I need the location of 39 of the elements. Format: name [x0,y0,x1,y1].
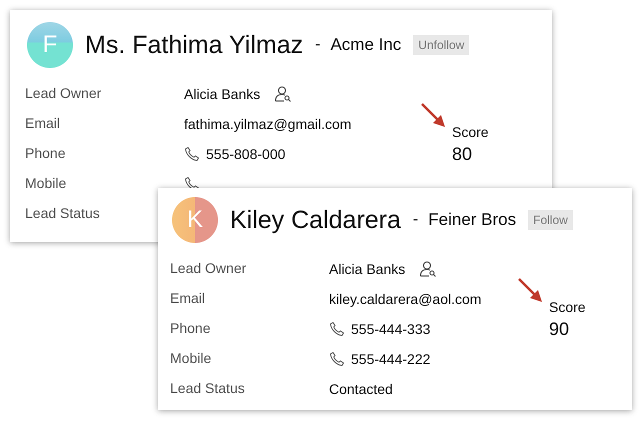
field-value: kiley.caldarera@aol.com [329,290,482,306]
arrow [421,103,445,127]
field-label: Phone [25,145,66,161]
field-value: 555-444-222 [351,350,430,366]
field-label: Email [170,290,206,306]
field-label: Mobile [25,175,68,191]
company-name: Acme Inc [330,35,402,55]
field-label: Mobile [170,350,212,366]
company-name: Feiner Bros [428,210,516,230]
follow-button[interactable]: Unfollow [413,35,470,55]
user-search-icon[interactable] [274,84,292,102]
field-label: Lead Owner [25,85,102,101]
phone-icon[interactable] [184,146,200,162]
score-value: 80 [452,144,474,165]
field-value: Alicia Banks [184,86,260,102]
field-value: 555-444-333 [351,320,430,336]
avatar: K [172,197,218,243]
field-label: Lead Status [170,380,246,396]
contact-name: Ms. Fathima Yilmaz [85,30,304,60]
score-value: 90 [549,319,570,340]
contact-name: Kiley Caldarera [230,206,401,234]
score-label: Score [549,299,586,315]
field-value: Contacted [329,380,393,396]
phone-icon[interactable] [329,350,345,366]
field-value: Alicia Banks [329,260,406,276]
score-label: Score [452,124,489,140]
separator: - [315,36,320,54]
user-search-icon[interactable] [419,260,438,278]
arrow [518,278,542,302]
separator: - [412,211,418,229]
avatar: F [27,22,73,68]
field-value: 555-808-000 [206,146,286,162]
field-label: Lead Status [25,205,101,221]
field-value: fathima.yilmaz@gmail.com [184,116,352,132]
field-label: Phone [170,320,212,336]
field-label: Email [25,115,62,131]
follow-button[interactable]: Follow [528,210,573,230]
phone-icon[interactable] [329,320,345,336]
field-label: Lead Owner [170,260,248,276]
